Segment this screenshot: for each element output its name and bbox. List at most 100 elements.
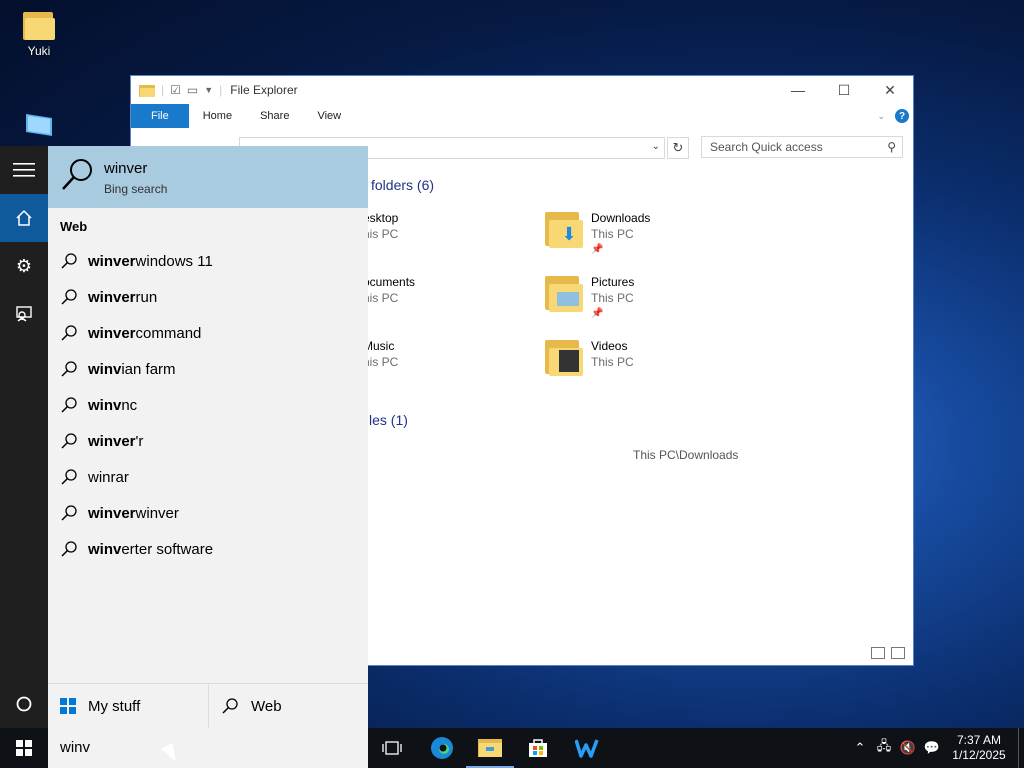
suggestion-item[interactable]: winver windows 11 [48,243,368,279]
edge-icon [431,737,453,759]
search-icon [61,361,77,377]
search-input[interactable]: Search Quick access ⚲ [701,136,903,158]
web-section-header: Web [60,219,88,234]
suggestion-item[interactable]: winrar [48,459,368,495]
search-icon [61,289,77,305]
search-icon [61,253,77,269]
search-placeholder: Search Quick access [710,140,823,154]
search-icon: ⚲ [887,140,896,154]
windows-logo-icon [16,740,32,756]
home-button[interactable] [0,194,48,242]
desktop-icon-this-pc[interactable] [14,112,64,145]
chevron-down-icon[interactable]: ⌄ [877,111,885,122]
folder-videos[interactable]: Videos This PC [545,338,634,376]
desktop-icon-label: Yuki [27,44,51,58]
network-icon[interactable]: 🖧 [872,737,896,759]
this-pc-icon [26,114,52,136]
action-center-icon[interactable]: 💬 [920,740,944,756]
search-icon [61,433,77,449]
properties-icon[interactable]: ☑ [170,83,181,97]
help-icon[interactable]: ? [895,109,909,123]
new-folder-icon[interactable]: ▭ [187,83,198,97]
top-result-title: winver [104,160,148,177]
pin-icon: 📌 [591,308,604,319]
title-bar: | ☑ ▭ ▼ | File Explorer — ☐ ✕ [131,76,913,104]
my-stuff-button[interactable]: My stuff [48,684,208,728]
folder-music[interactable]: Music his PC [363,338,398,370]
downloads-folder-icon: ⬇ [545,210,583,248]
tab-file[interactable]: File [131,104,189,128]
recent-files-header[interactable]: les (1) [369,412,408,428]
suggestion-item[interactable]: winv erter software [48,531,368,567]
search-icon [222,698,238,714]
start-menu-rail: ⚙ [0,146,48,728]
hamburger-menu-button[interactable] [0,146,48,194]
edge-taskbar-button[interactable] [418,728,466,768]
taskbar-search-input[interactable]: winv [48,728,368,768]
clock[interactable]: 7:37 AM 1/12/2025 [944,733,1014,763]
window-title: File Explorer [230,83,298,97]
folder-downloads[interactable]: ⬇ Downloads This PC 📌 [545,210,650,258]
suggestion-list: winver windows 11 winver run winver comm… [48,243,368,567]
tab-view[interactable]: View [303,104,355,128]
suggestion-item[interactable]: winver winver [48,495,368,531]
app-taskbar-button[interactable] [564,728,612,768]
suggestion-item[interactable]: winver command [48,315,368,351]
videos-folder-icon [545,338,583,376]
search-icon [61,397,77,413]
search-results-panel: winver Bing search Web winver windows 11… [48,146,368,728]
chevron-down-icon[interactable]: ⌄ [652,141,660,152]
tab-home[interactable]: Home [189,104,246,128]
close-button[interactable]: ✕ [867,76,913,104]
home-icon [16,209,32,226]
tab-share[interactable]: Share [246,104,303,128]
file-explorer-taskbar-button[interactable] [466,728,514,768]
suggestion-item[interactable]: winver'r [48,423,368,459]
pin-icon: 📌 [591,244,604,255]
search-icon [61,325,77,341]
top-result-item[interactable]: winver Bing search [48,146,368,208]
web-search-button[interactable]: Web [208,684,368,728]
feedback-icon [16,306,32,322]
show-desktop-button[interactable] [1018,728,1024,768]
system-tray: ⌃ 🖧 🔇 💬 7:37 AM 1/12/2025 [848,728,1024,768]
settings-button[interactable]: ⚙ [0,242,48,290]
desktop-icon-yuki[interactable]: Yuki [14,10,64,58]
folder-documents[interactable]: ocuments his PC [363,274,415,306]
folder-pictures[interactable]: Pictures This PC 📌 [545,274,634,322]
gear-icon: ⚙ [15,255,33,276]
suggestion-item[interactable]: winv ian farm [48,351,368,387]
refresh-button[interactable]: ↻ [667,137,689,159]
store-icon [529,739,547,757]
feedback-button[interactable] [0,290,48,338]
taskbar: winv ⌃ 🖧 🔇 💬 7:37 AM 1/12/2025 [0,728,1024,768]
ribbon-tabs: File Home Share View ⌄ ? [131,104,913,128]
large-icons-view-button[interactable] [891,647,905,659]
clock-date: 1/12/2025 [952,748,1006,762]
frequent-folders-header[interactable]: folders (6) [371,177,434,193]
task-view-icon [382,741,402,755]
details-view-button[interactable] [871,647,885,659]
hamburger-icon [13,163,35,177]
suggestion-item[interactable]: winver run [48,279,368,315]
chevron-up-icon[interactable]: ⌃ [848,740,872,756]
cortana-circle-icon [16,696,32,712]
clock-time: 7:37 AM [956,733,1002,747]
task-view-button[interactable] [368,728,416,768]
search-icon [61,469,77,485]
cortana-button[interactable] [0,680,48,728]
minimize-button[interactable]: — [775,76,821,104]
folder-desktop[interactable]: esktop his PC [363,210,398,242]
suggestion-item[interactable]: winv nc [48,387,368,423]
search-icon [61,505,77,521]
chevron-down-icon[interactable]: ▼ [204,85,213,95]
maximize-button[interactable]: ☐ [821,76,867,104]
user-folder-icon [23,10,55,40]
store-taskbar-button[interactable] [514,728,562,768]
start-button[interactable] [0,728,48,768]
w-app-icon [575,739,599,758]
folder-icon [139,85,155,97]
volume-muted-icon[interactable]: 🔇 [896,740,920,756]
search-scope-tabs: My stuff Web [48,683,368,728]
pictures-folder-icon [545,274,583,312]
